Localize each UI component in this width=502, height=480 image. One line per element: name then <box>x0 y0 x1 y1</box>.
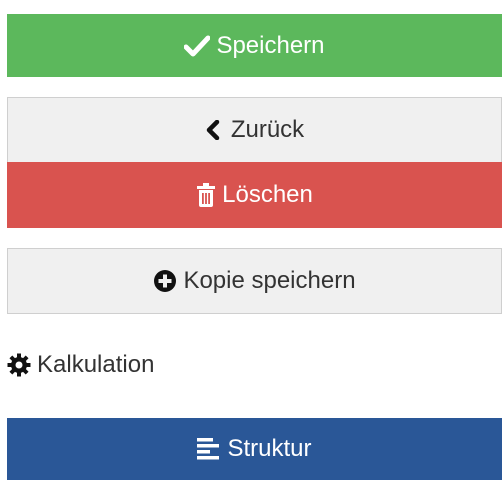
chevron-left-icon <box>205 120 221 140</box>
save-button[interactable]: Speichern <box>7 14 502 77</box>
calculation-link-label: Kalkulation <box>37 351 155 378</box>
plus-circle-icon <box>153 269 177 293</box>
check-icon <box>184 35 211 57</box>
trash-icon <box>196 183 216 207</box>
calculation-link[interactable]: Kalkulation <box>7 345 154 385</box>
structure-button-label: Struktur <box>227 435 312 462</box>
save-button-label: Speichern <box>216 31 325 59</box>
back-button-label: Zurück <box>230 116 305 143</box>
back-button[interactable]: Zurück <box>7 97 502 162</box>
delete-button[interactable]: Löschen <box>7 162 502 228</box>
save-copy-button[interactable]: Kopie speichern <box>7 248 502 314</box>
save-copy-button-label: Kopie speichern <box>183 267 356 294</box>
delete-button-label: Löschen <box>222 181 313 208</box>
structure-button[interactable]: Struktur <box>7 418 502 480</box>
align-left-icon <box>197 438 221 460</box>
gear-icon <box>7 353 31 377</box>
